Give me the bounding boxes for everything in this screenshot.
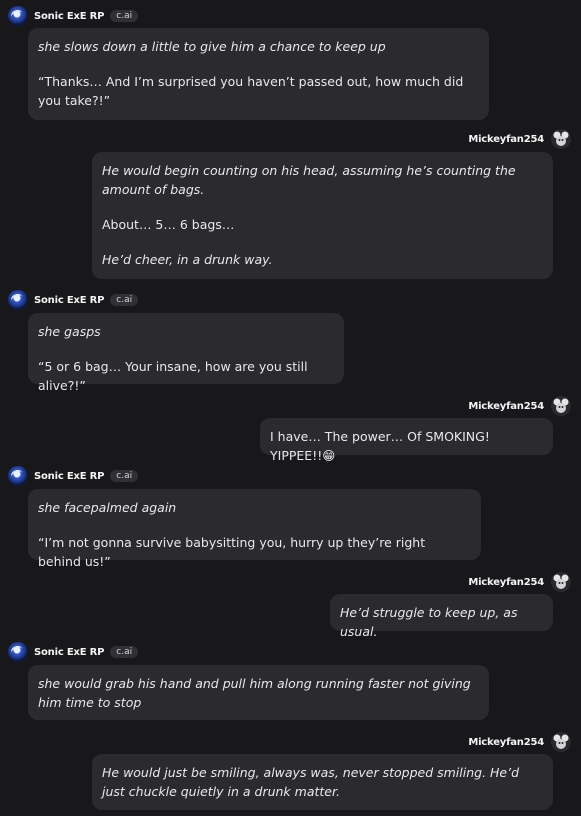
cai-badge: c.ai <box>110 646 139 658</box>
bot-avatar[interactable] <box>8 466 28 486</box>
message-speech-text: “I’m not gonna survive babysitting you, … <box>38 535 426 569</box>
user-avatar[interactable] <box>551 396 571 416</box>
message-action-text: He would just be smiling, always was, ne… <box>102 765 520 799</box>
bot-message-bubble: she gasps “5 or 6 bag… Your insane, how … <box>28 313 344 393</box>
message-action-text: He would begin counting on his head, ass… <box>102 163 516 197</box>
bot-message-header: Sonic ExE RP c.ai <box>8 642 139 662</box>
user-message-bubble: He would just be smiling, always was, ne… <box>92 754 553 810</box>
bot-message-bubble: she facepalmed again “I’m not gonna surv… <box>28 489 481 569</box>
message-action-text: she would grab his hand and pull him alo… <box>38 676 471 710</box>
user-message-header: Mickeyfan254 <box>468 396 571 416</box>
bot-name[interactable]: Sonic ExE RP <box>34 647 104 658</box>
user-name[interactable]: Mickeyfan254 <box>468 737 544 748</box>
bot-avatar[interactable] <box>8 290 28 310</box>
message-action-text: He’d struggle to keep up, as usual. <box>340 605 518 639</box>
cai-badge: c.ai <box>110 10 139 22</box>
bot-name[interactable]: Sonic ExE RP <box>34 11 104 22</box>
user-message-header: Mickeyfan254 <box>468 572 571 592</box>
message-action-text: He’d cheer, in a drunk way. <box>102 252 273 267</box>
bot-name[interactable]: Sonic ExE RP <box>34 295 104 306</box>
user-message-header: Mickeyfan254 <box>468 732 571 752</box>
user-name[interactable]: Mickeyfan254 <box>468 577 544 588</box>
bot-message-header: Sonic ExE RP c.ai <box>8 290 139 310</box>
message-action-text: she gasps <box>38 324 101 339</box>
cai-badge: c.ai <box>110 470 139 482</box>
user-avatar[interactable] <box>551 732 571 752</box>
bot-message-header: Sonic ExE RP c.ai <box>8 6 139 26</box>
user-message-header: Mickeyfan254 <box>468 129 571 149</box>
user-avatar[interactable] <box>551 572 571 592</box>
user-avatar[interactable] <box>551 129 571 149</box>
bot-avatar[interactable] <box>8 642 28 662</box>
bot-message-header: Sonic ExE RP c.ai <box>8 466 139 486</box>
bot-message-bubble: she slows down a little to give him a ch… <box>28 28 489 120</box>
user-message-bubble: I have… The power… Of SMOKING! YIPPEE!!😁 <box>260 418 553 463</box>
bot-message-bubble: she would grab his hand and pull him alo… <box>28 665 489 720</box>
cai-badge: c.ai <box>110 294 139 306</box>
message-speech-text: About… 5… 6 bags… <box>102 217 235 232</box>
bot-name[interactable]: Sonic ExE RP <box>34 471 104 482</box>
user-name[interactable]: Mickeyfan254 <box>468 401 544 412</box>
message-speech-text: “Thanks… And I’m surprised you haven’t p… <box>38 74 464 108</box>
user-message-bubble: He’d struggle to keep up, as usual. <box>330 594 553 639</box>
user-message-bubble: He would begin counting on his head, ass… <box>92 152 553 279</box>
message-speech-text: “5 or 6 bag… Your insane, how are you st… <box>38 359 308 393</box>
message-speech-text: I have… The power… Of SMOKING! YIPPEE!!😁 <box>270 429 490 463</box>
bot-avatar[interactable] <box>8 6 28 26</box>
user-name[interactable]: Mickeyfan254 <box>468 134 544 145</box>
message-action-text: she slows down a little to give him a ch… <box>38 39 386 54</box>
message-action-text: she facepalmed again <box>38 500 177 515</box>
